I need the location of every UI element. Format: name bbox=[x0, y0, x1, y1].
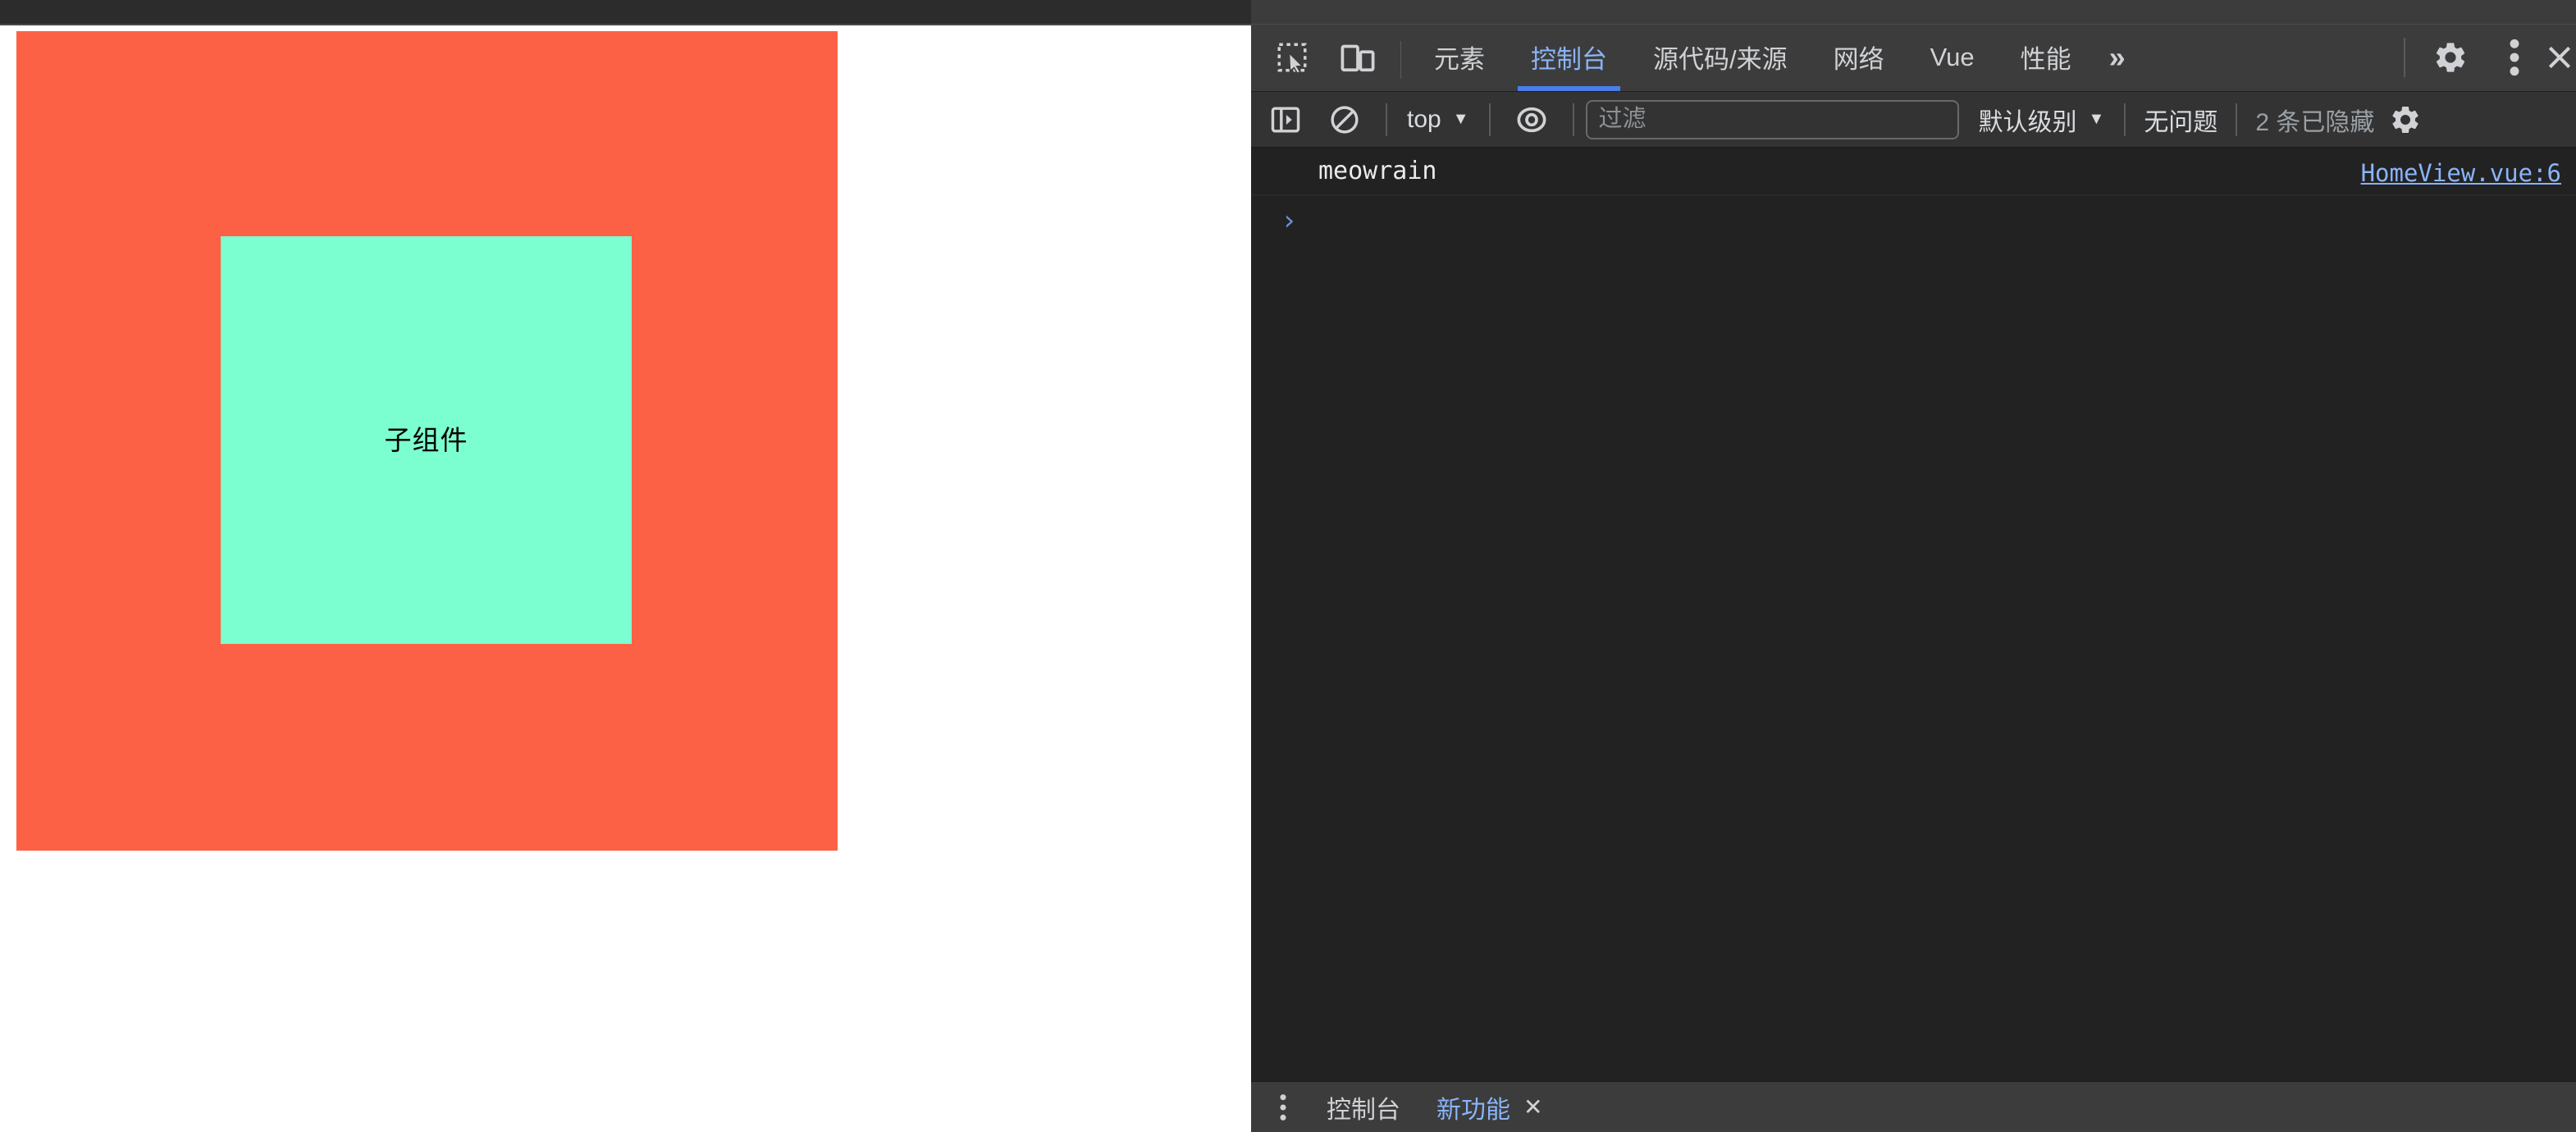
hidden-messages-count[interactable]: 2 条已隐藏 bbox=[2249, 102, 2381, 138]
console-message-row[interactable]: meowrain HomeView.vue:6 bbox=[1251, 148, 2576, 195]
execution-context-select[interactable]: top ▼ bbox=[1399, 98, 1478, 141]
console-message-list[interactable]: meowrain HomeView.vue:6 › bbox=[1251, 148, 2576, 1081]
live-expression-icon[interactable] bbox=[1502, 92, 1561, 148]
tabbar-divider bbox=[1400, 41, 1401, 79]
drawer-tab-whats-new-label: 新功能 bbox=[1436, 1089, 1510, 1125]
child-component-box: 子组件 bbox=[221, 236, 632, 644]
child-component-label: 子组件 bbox=[385, 427, 468, 454]
console-toolbar-divider-3 bbox=[1573, 103, 1574, 136]
tab-elements[interactable]: 元素 bbox=[1411, 0, 1508, 91]
console-sidebar-icon[interactable] bbox=[1256, 92, 1315, 148]
console-input-prompt[interactable]: › bbox=[1251, 195, 2576, 246]
kebab-menu-icon[interactable] bbox=[2482, 23, 2546, 92]
log-level-value: 默认级别 bbox=[1979, 102, 2077, 138]
gear-icon[interactable] bbox=[2418, 23, 2482, 92]
tab-network-label: 网络 bbox=[1834, 39, 1884, 75]
console-filter-input[interactable] bbox=[1586, 100, 1959, 139]
drawer-more-options-icon[interactable] bbox=[1258, 1082, 1309, 1132]
drawer-tab-close-icon[interactable]: ✕ bbox=[1523, 1096, 1542, 1119]
tab-sources-label: 源代码/来源 bbox=[1653, 39, 1788, 75]
console-message-text: meowrain bbox=[1251, 157, 1437, 185]
more-tabs-label: » bbox=[2109, 40, 2126, 75]
more-tabs-chevron-icon[interactable]: » bbox=[2094, 0, 2140, 91]
drawer-tab-console[interactable]: 控制台 bbox=[1309, 1089, 1418, 1125]
console-toolbar-divider-2 bbox=[1489, 103, 1491, 136]
chevron-down-icon: ▼ bbox=[1453, 110, 1469, 129]
tab-sources[interactable]: 源代码/来源 bbox=[1630, 0, 1811, 91]
tabbar-right-divider bbox=[2404, 38, 2405, 77]
chevron-down-icon: ▼ bbox=[2089, 110, 2105, 129]
web-page-viewport: 子组件 bbox=[0, 25, 1251, 1132]
console-toolbar-divider-1 bbox=[1386, 103, 1387, 136]
screen-root: 子组件 元素 bbox=[0, 0, 2576, 1132]
tabbar-spacer bbox=[2140, 0, 2391, 91]
drawer-tab-console-label: 控制台 bbox=[1327, 1089, 1400, 1125]
tab-vue-label: Vue bbox=[1930, 43, 1975, 72]
tab-console-label: 控制台 bbox=[1531, 39, 1607, 75]
inspect-element-icon[interactable] bbox=[1259, 0, 1325, 91]
tab-elements-label: 元素 bbox=[1434, 39, 1485, 75]
devtools-tabbar: 元素 控制台 源代码/来源 网络 Vue 性能 » bbox=[1251, 0, 2576, 92]
tab-performance[interactable]: 性能 bbox=[1998, 0, 2094, 91]
tab-network[interactable]: 网络 bbox=[1811, 0, 1907, 91]
parent-component-box: 子组件 bbox=[16, 31, 838, 851]
console-settings-gear-icon[interactable] bbox=[2381, 103, 2430, 136]
clear-console-icon[interactable] bbox=[1315, 92, 1374, 148]
console-toolbar-divider-5 bbox=[2236, 103, 2237, 136]
console-toolbar-divider-4 bbox=[2124, 103, 2126, 136]
device-toolbar-icon[interactable] bbox=[1325, 0, 1391, 91]
execution-context-value: top bbox=[1407, 106, 1441, 134]
tab-console[interactable]: 控制台 bbox=[1508, 0, 1630, 91]
tab-vue[interactable]: Vue bbox=[1907, 0, 1998, 91]
tabbar-right-actions bbox=[2391, 0, 2576, 91]
console-toolbar: top ▼ 默认级别 ▼ 无问题 2 条已隐藏 bbox=[1251, 92, 2576, 148]
issues-status[interactable]: 无问题 bbox=[2137, 102, 2224, 138]
tab-performance-label: 性能 bbox=[2021, 39, 2071, 75]
log-level-select[interactable]: 默认级别 ▼ bbox=[1971, 98, 2113, 141]
drawer-tab-whats-new[interactable]: 新功能 ✕ bbox=[1418, 1089, 1560, 1125]
devtools-panel: 元素 控制台 源代码/来源 网络 Vue 性能 » bbox=[1251, 0, 2576, 1132]
prompt-chevron-icon: › bbox=[1281, 207, 1297, 235]
console-message-source-link[interactable]: HomeView.vue:6 bbox=[2361, 159, 2561, 187]
devtools-drawer-tabbar: 控制台 新功能 ✕ bbox=[1251, 1081, 2576, 1132]
close-icon[interactable] bbox=[2546, 23, 2576, 92]
